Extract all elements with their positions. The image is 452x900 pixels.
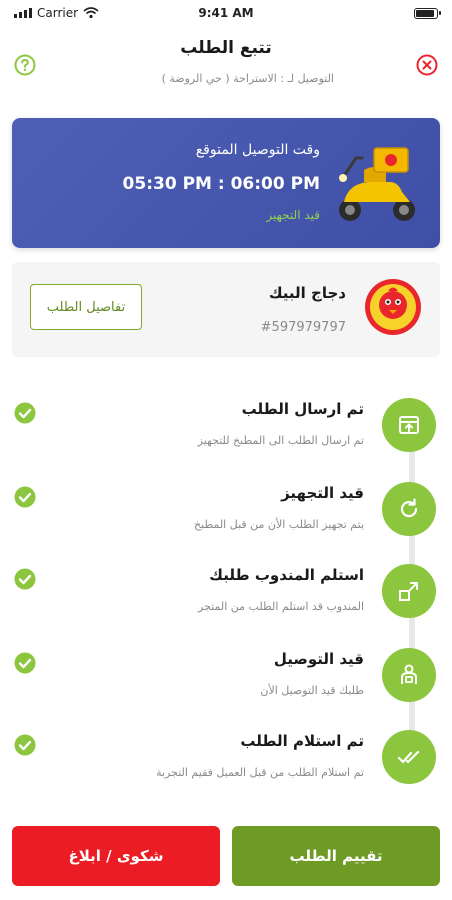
restaurant-logo xyxy=(365,279,421,335)
eta-card: وقت التوصيل المتوقع 05:30 PM : 06:00 PM … xyxy=(12,118,440,248)
restaurant-card: دجاج البيك #597979797 تفاصيل الطلب xyxy=(12,262,440,357)
order-number: #597979797 xyxy=(260,320,346,335)
check-circle-icon xyxy=(14,652,36,674)
scooter-icon xyxy=(339,147,415,221)
page-title: تتبع الطلب xyxy=(180,38,272,58)
check-circle-icon xyxy=(14,402,36,424)
timeline-step: استلم المندوب طلبك المندوب قد استلم الطل… xyxy=(0,564,452,646)
order-details-button[interactable]: تفاصيل الطلب xyxy=(30,284,142,330)
close-icon[interactable] xyxy=(416,54,438,76)
timeline-step: تم ارسال الطلب تم ارسال الطلب الى المطبخ… xyxy=(0,398,452,480)
step-description: تم ارسال الطلب الى المطبخ للتجهيز xyxy=(197,434,364,447)
step-icon-circle xyxy=(382,482,436,536)
help-icon[interactable] xyxy=(14,54,36,76)
complaint-button[interactable]: شكوى / ابلاغ xyxy=(12,826,220,886)
order-sent-icon xyxy=(399,416,419,434)
timeline-step: تم استلام الطلب تم استلام الطلب من قبل ا… xyxy=(0,730,452,812)
step-icon-circle xyxy=(382,648,436,702)
step-description: طلبك قيد التوصيل الأن xyxy=(260,684,364,697)
timeline-step: قيد التجهيز يتم تجهيز الطلب الأن من قبل … xyxy=(0,482,452,564)
status-bar: Carrier 9:41 AM xyxy=(0,0,452,28)
clock: 9:41 AM xyxy=(198,6,254,20)
action-bar: تقييم الطلب شكوى / ابلاغ xyxy=(12,826,440,888)
step-description: المندوب قد استلم الطلب من المتجر xyxy=(198,600,364,613)
step-title: قيد التوصيل xyxy=(273,650,364,668)
step-icon-circle xyxy=(382,564,436,618)
step-title: قيد التجهيز xyxy=(281,484,364,502)
timeline-step: قيد التوصيل طلبك قيد التوصيل الأن xyxy=(0,648,452,730)
step-title: تم استلام الطلب xyxy=(240,732,364,750)
check-circle-icon xyxy=(14,486,36,508)
eta-label: وقت التوصيل المتوقع xyxy=(195,142,320,158)
rate-order-button[interactable]: تقييم الطلب xyxy=(232,826,440,886)
handover-icon xyxy=(399,582,418,601)
step-title: تم ارسال الطلب xyxy=(241,400,364,418)
restaurant-name: دجاج البيك xyxy=(268,284,346,302)
eta-status: قيد التجهيز xyxy=(266,208,320,222)
delivery-address: التوصيل لـ : الاستراحة ( حي الروضة ) xyxy=(161,72,334,85)
double-check-icon xyxy=(397,750,420,764)
refresh-icon xyxy=(400,498,418,518)
step-title: استلم المندوب طلبك xyxy=(209,566,364,584)
step-icon-circle xyxy=(382,730,436,784)
delivery-person-icon xyxy=(401,664,417,684)
battery-icon xyxy=(414,8,441,19)
eta-time-range: 05:30 PM : 06:00 PM xyxy=(122,174,320,194)
step-icon-circle xyxy=(382,398,436,452)
check-circle-icon xyxy=(14,734,36,756)
header: تتبع الطلب التوصيل لـ : الاستراحة ( حي ا… xyxy=(0,30,452,100)
step-description: تم استلام الطلب من قبل العميل فقيم التجر… xyxy=(156,766,364,779)
step-description: يتم تجهيز الطلب الأن من قبل المطبخ xyxy=(194,518,364,531)
check-circle-icon xyxy=(14,568,36,590)
